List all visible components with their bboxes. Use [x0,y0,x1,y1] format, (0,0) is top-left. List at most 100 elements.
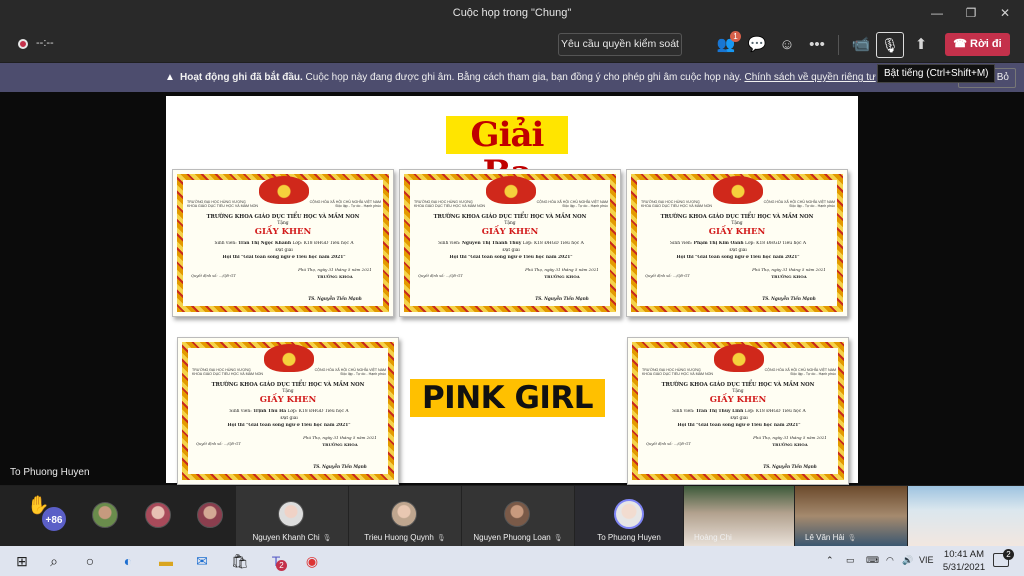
wifi-icon[interactable]: ◠ [886,555,894,566]
cert-place-date: Phú Thọ, ngày 31 tháng 5 năm 2021 [753,435,827,440]
banner-bold: Hoạt động ghi đã bắt đầu. [180,72,303,83]
chat-icon[interactable]: 💬 [746,34,768,56]
cert-recipient-line: Sinh viên: Nguyễn Thị Thanh Thúy Lớp: K1… [438,241,584,246]
cert-class: Lớp: K18 ĐHGD Tiểu học A [744,409,806,414]
certificate-card: TRƯỜNG ĐẠI HỌC HÙNG VƯƠNG KHOA GIÁO DỤC T… [626,169,848,317]
cert-dean-name: TS. Nguyễn Tiến Mạnh [762,296,816,301]
cert-recipient-line: Sinh viên: Trần Thị Ngọc Khánh Lớp: K18 … [214,241,354,246]
cert-motto: Độc lập - Tự do - Hạnh phúc [562,204,609,208]
participant-tile[interactable]: Nguyen Phuong Loan 🎙 [462,486,574,546]
input-language[interactable]: VIE [919,555,934,565]
mic-off-icon[interactable]: 🎙 [876,32,904,58]
cert-achieved: Đạt giải [729,248,747,253]
cert-decision: Quyết định số: .../QĐ-GT [646,442,691,446]
clock-time: 10:41 AM [943,549,985,560]
maximize-icon[interactable]: ❐ [954,0,988,27]
participants-badge: 1 [730,31,741,42]
slide-label: PINK GIRL [410,379,605,417]
battery-icon[interactable]: ▭ [846,555,855,566]
edge-icon[interactable]: ◐ [118,551,138,571]
mail-icon[interactable]: ✉ [192,551,212,571]
more-actions-icon[interactable]: ••• [806,34,828,56]
cert-heading: GIẤY KHEN [709,395,767,405]
participant-tile[interactable]: Trieu Huong Quynh 🎙 [349,486,461,546]
self-video-tile[interactable] [908,486,1024,546]
avatar [278,501,304,527]
cert-place-date: Phú Thọ, ngày 31 tháng 5 năm 2021 [525,267,599,272]
cert-student: Trần Thị Ngọc Khánh [238,241,292,246]
request-control-button[interactable]: Yêu cầu quyền kiểm soát [558,33,682,56]
cert-student: Phạm Thị Kim Oanh [693,241,744,246]
volume-icon[interactable]: 🔊 [902,555,913,566]
participant-tile-active[interactable]: To Phuong Huyen [575,486,683,546]
keyboard-icon[interactable]: ⌨ [866,555,879,566]
cert-contest: Hội thi "Giải toán song ngữ ở Tiểu học n… [222,255,346,260]
cert-tang: Tặng [282,389,294,394]
cert-contest: Hội thi "Giải toán song ngữ ở Tiểu học n… [676,255,800,260]
participant-name: Nguyen Phuong Loan [473,533,551,542]
cert-dean-title: TRƯỞNG KHOA [322,442,358,447]
video-tile[interactable]: Hoàng Chi [684,486,794,546]
participant-gallery: Nguyen Khanh Chi 🎙 Trieu Huong Quynh 🎙 Ngu… [0,486,1024,546]
cert-tang: Tặng [731,221,743,226]
cert-class: Lớp: K18 ĐHGD Tiểu học A [744,241,806,246]
cert-heading: GIẤY KHEN [481,227,539,237]
file-explorer-icon[interactable]: ▬ [156,551,176,571]
leave-label: Rời đi [970,38,1002,50]
cert-contest: Hội thi "Giải toán song ngữ ở Tiểu học n… [677,423,801,428]
participant-name: Trieu Huong Quynh [364,533,434,542]
slide-title: Giải Ba [446,116,568,192]
cert-dept: TRƯỜNG KHOA GIÁO DỤC TIỂU HỌC VÀ MẦM NON [206,214,360,220]
cert-recipient-line: Sinh viên: Phạm Thị Kim Oanh Lớp: K18 ĐH… [669,241,806,246]
participant-name: Hoàng Chi [694,533,732,542]
cert-dept-small: KHOA GIÁO DỤC TIỂU HỌC VÀ MẦM NON [414,204,486,208]
mic-off-icon: 🎙 [322,535,332,542]
camera-icon[interactable]: 📹 [850,34,872,56]
clock[interactable]: 10:41 AM 5/31/2021 [940,548,988,574]
video-tile[interactable]: Lê Văn Hải 🎙 [795,486,907,546]
privacy-link[interactable]: Chính sách về quyền riêng tư [744,72,875,83]
cert-achieved: Đạt giải [502,248,520,253]
cert-dean-title: TRƯỞNG KHOA [317,274,353,279]
cert-place-date: Phú Thọ, ngày 31 tháng 5 năm 2021 [303,435,377,440]
window-title: Cuộc họp trong "Chung" [452,7,572,19]
share-screen-icon[interactable]: ⬆ [910,34,932,56]
avatar[interactable] [145,502,171,528]
network-icon[interactable]: ⌃ [826,555,834,566]
taskbar: ⊞ ⌕ ○ ◐ ▬ ✉ 🛍 T 2 ◉ ⌃ ▭ ⌨ ◠ 🔊 VIE 10:41 … [0,546,1024,576]
participant-name: Lê Văn Hải [805,533,845,542]
participant-tile[interactable]: Nguyen Khanh Chi 🎙 [236,486,348,546]
cert-dean-name: TS. Nguyễn Tiến Mạnh [313,464,367,469]
participant-name: To Phuong Huyen [597,533,661,542]
cert-student: Nguyễn Thị Thanh Thúy [461,241,522,246]
chrome-icon[interactable]: ◉ [302,551,322,571]
leave-button[interactable]: ☎ Rời đi [945,33,1010,56]
cert-decision: Quyết định số: .../QĐ-GT [645,274,690,278]
close-icon[interactable]: ✕ [988,0,1022,27]
certificate-header: TRƯỜNG ĐẠI HỌC HÙNG VƯƠNG KHOA GIÁO DỤC T… [192,368,386,376]
reactions-icon[interactable]: ☺ [776,34,798,56]
cert-dept: TRƯỜNG KHOA GIÁO DỤC TIỂU HỌC VÀ MẦM NON [660,214,814,220]
cortana-icon[interactable]: ○ [80,551,100,571]
cert-achieved: Đạt giải [275,248,293,253]
cert-class: Lớp: K18 ĐHGD Tiểu học A [292,241,354,246]
minimize-icon[interactable]: — [920,0,954,27]
avatar[interactable] [92,502,118,528]
cert-contest: Hội thi "Giải toán song ngữ ở Tiểu học n… [449,255,573,260]
cert-dept-small: KHOA GIÁO DỤC TIỂU HỌC VÀ MẦM NON [192,372,264,376]
windows-start-icon[interactable]: ⊞ [12,551,32,571]
certificate-card: TRƯỜNG ĐẠI HỌC HÙNG VƯƠNG KHOA GIÁO DỤC T… [627,337,849,485]
search-icon[interactable]: ⌕ [44,551,64,571]
certificate-header: TRƯỜNG ĐẠI HỌC HÙNG VƯƠNG KHOA GIÁO DỤC T… [641,200,835,208]
cert-dept-small: KHOA GIÁO DỤC TIỂU HỌC VÀ MẦM NON [187,204,259,208]
cert-class: Lớp: K18 ĐHGD Tiểu học A [287,409,349,414]
cert-motto: Độc lập - Tự do - Hạnh phúc [335,204,382,208]
cert-decision: Quyết định số: .../QĐ-GT [191,274,236,278]
cert-place-date: Phú Thọ, ngày 31 tháng 5 năm 2021 [298,267,372,272]
cert-dept-small: KHOA GIÁO DỤC TIỂU HỌC VÀ MẦM NON [642,372,714,376]
cert-student: Trịnh Thu Hà [253,409,287,414]
store-icon[interactable]: 🛍 [230,551,250,571]
more-participants-count[interactable]: +86 [40,505,68,533]
recording-banner: ▲ Hoạt động ghi đã bắt đầu. Cuộc họp này … [0,63,1024,92]
avatar[interactable] [197,502,223,528]
